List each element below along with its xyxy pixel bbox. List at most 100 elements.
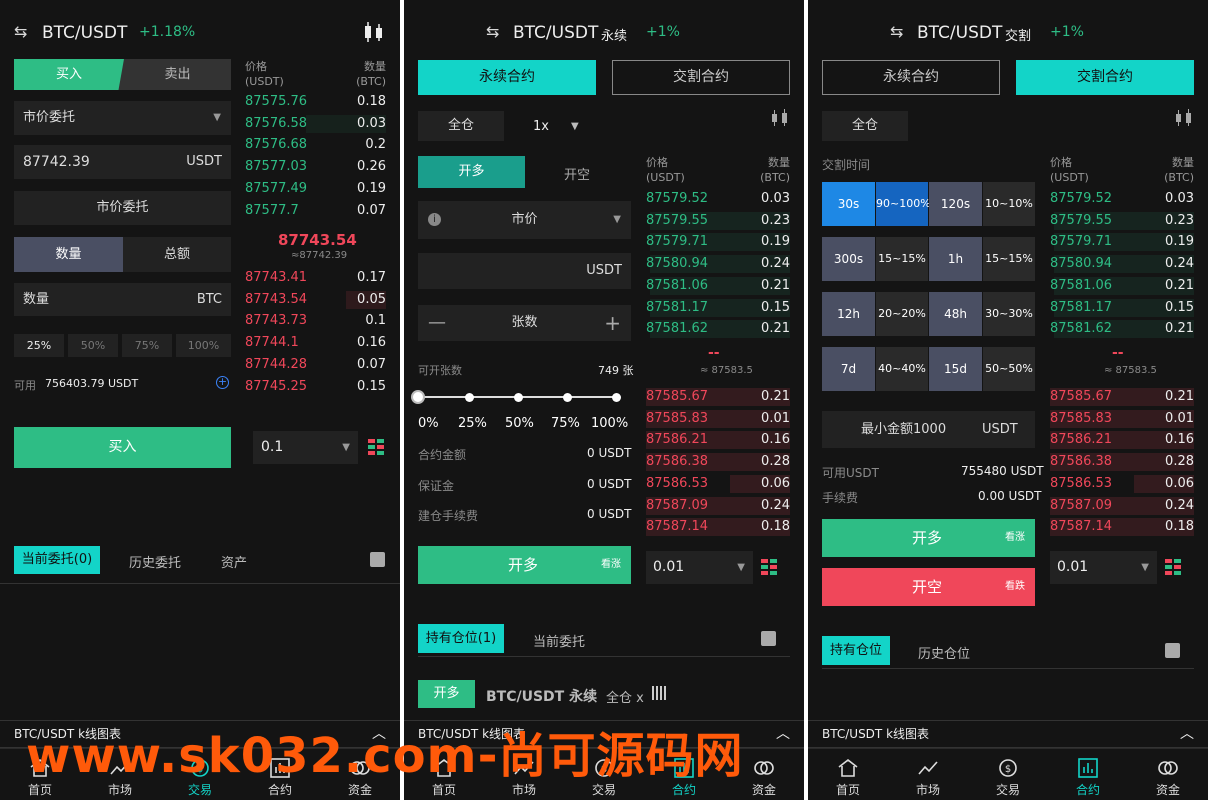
order-book-row[interactable]: 87587.14 0.18	[1050, 516, 1194, 538]
delivery-time-option[interactable]: 1h	[929, 237, 982, 281]
tab-assets[interactable]: 资产	[221, 552, 247, 571]
delivery-time-option[interactable]: 12h	[822, 292, 875, 336]
tab-history-positions[interactable]: 历史仓位	[918, 643, 970, 662]
tab-history-orders[interactable]: 历史委托	[129, 552, 181, 571]
tab-perpetual[interactable]: 永续合约	[822, 60, 1000, 95]
pct-100-button[interactable]: 100%	[176, 334, 231, 357]
order-book-row[interactable]: 87743.41 0.17	[245, 267, 386, 289]
document-icon[interactable]	[1165, 643, 1180, 658]
tab-current-orders[interactable]: 当前委托	[533, 631, 585, 650]
pair-title[interactable]: BTC/USDT	[42, 23, 127, 43]
order-book-row[interactable]: 87579.52 0.03	[1050, 188, 1194, 210]
tab-positions[interactable]: 持有仓位	[822, 636, 890, 665]
tab-perpetual[interactable]: 永续合约	[418, 60, 596, 95]
nav-funds[interactable]: 资金	[1128, 749, 1208, 800]
order-book-row[interactable]: 87579.71 0.19	[646, 231, 790, 253]
contracts-stepper[interactable]: — 张数 +	[418, 305, 631, 341]
order-type-select[interactable]: i 市价 ▼	[418, 201, 631, 239]
open-long-button[interactable]: 开多 看涨	[418, 546, 631, 584]
open-long-button[interactable]: 开多 看涨	[822, 519, 1035, 557]
margin-mode-button[interactable]: 全仓	[822, 111, 908, 141]
order-book-row[interactable]: 87586.21 0.16	[646, 429, 790, 451]
order-book-row[interactable]: 87579.55 0.23	[1050, 210, 1194, 232]
open-short-button[interactable]: 开空 看跌	[822, 568, 1035, 606]
delivery-rate-option[interactable]: 40~40%	[876, 347, 928, 391]
chevron-down-icon[interactable]: ▼	[571, 121, 579, 132]
delivery-rate-option[interactable]: 30~30%	[983, 292, 1035, 336]
document-icon[interactable]	[761, 631, 776, 646]
pair-title[interactable]: BTC/USDT	[917, 23, 1002, 43]
delivery-rate-option[interactable]: 20~20%	[876, 292, 928, 336]
delivery-time-option[interactable]: 300s	[822, 237, 875, 281]
sell-tab[interactable]: 卖出	[124, 59, 231, 90]
order-book-row[interactable]: 87579.52 0.03	[646, 188, 790, 210]
orderbook-layout-icon[interactable]	[368, 439, 386, 455]
min-amount-input[interactable]: 最小金额1000 USDT	[822, 411, 1035, 448]
order-book-row[interactable]: 87586.38 0.28	[646, 451, 790, 473]
depth-select[interactable]: 0.1 ▼	[253, 431, 358, 464]
tab-delivery[interactable]: 交割合约	[1016, 60, 1194, 95]
slider-handle[interactable]	[411, 390, 425, 404]
order-book-row[interactable]: 87586.53 0.06	[1050, 473, 1194, 495]
tab-current-orders[interactable]: 当前委托(0)	[14, 546, 100, 574]
order-book-row[interactable]: 87585.83 0.01	[646, 408, 790, 430]
pct-50-button[interactable]: 50%	[68, 334, 118, 357]
margin-mode-button[interactable]: 全仓	[418, 111, 504, 141]
pair-title[interactable]: BTC/USDT	[513, 23, 598, 43]
leverage-value[interactable]: 1x	[533, 119, 549, 134]
order-book-row[interactable]: 87744.1 0.16	[245, 332, 386, 354]
order-book-row[interactable]: 87581.62 0.21	[646, 318, 790, 340]
tab-positions[interactable]: 持有仓位(1)	[418, 624, 504, 653]
depth-select[interactable]: 0.01 ▼	[1050, 551, 1157, 584]
order-book-row[interactable]: 87581.06 0.21	[1050, 275, 1194, 297]
quantity-tab[interactable]: 数量	[14, 237, 123, 272]
tab-delivery[interactable]: 交割合约	[612, 60, 790, 95]
candlestick-icon[interactable]	[770, 108, 790, 128]
plus-icon[interactable]: +	[604, 305, 621, 341]
add-funds-icon[interactable]: +	[216, 376, 229, 389]
order-book-row[interactable]: 87579.55 0.23	[646, 210, 790, 232]
open-long-tab[interactable]: 开多	[418, 156, 525, 188]
order-book-row[interactable]: 87743.73 0.1	[245, 310, 386, 332]
order-book-row[interactable]: 87744.28 0.07	[245, 354, 386, 376]
order-book-row[interactable]: 87577.03 0.26	[245, 156, 386, 178]
minus-icon[interactable]: —	[428, 305, 446, 341]
orderbook-layout-icon[interactable]	[761, 559, 779, 575]
kline-bar[interactable]: BTC/USDT k线图表 ︿	[808, 720, 1208, 748]
order-book-row[interactable]: 87743.54 0.05	[245, 289, 386, 311]
quantity-input[interactable]: 数量 BTC	[14, 283, 231, 316]
order-book-row[interactable]: 87586.53 0.06	[646, 473, 790, 495]
swap-pair-icon[interactable]: ⇆	[14, 22, 27, 41]
document-icon[interactable]	[370, 552, 385, 567]
nav-contract[interactable]: 合约	[1048, 749, 1128, 800]
slider-stop[interactable]	[465, 393, 474, 402]
depth-select[interactable]: 0.01 ▼	[646, 551, 753, 584]
delivery-time-option[interactable]: 7d	[822, 347, 875, 391]
candlestick-icon[interactable]	[362, 21, 386, 43]
candlestick-icon[interactable]	[1174, 108, 1194, 128]
buy-button[interactable]: 买入	[14, 427, 231, 468]
order-book-row[interactable]: 87581.17 0.15	[646, 297, 790, 319]
order-book-row[interactable]: 87577.49 0.19	[245, 178, 386, 200]
slider-stop[interactable]	[514, 393, 523, 402]
total-tab[interactable]: 总额	[123, 237, 231, 272]
order-book-row[interactable]: 87586.21 0.16	[1050, 429, 1194, 451]
delivery-rate-option[interactable]: 10~10%	[983, 182, 1035, 226]
buy-tab[interactable]: 买入	[14, 59, 124, 90]
order-book-row[interactable]: 87585.67 0.21	[646, 386, 790, 408]
slider-stop[interactable]	[563, 393, 572, 402]
nav-home[interactable]: 首页	[808, 749, 888, 800]
orderbook-layout-icon[interactable]	[1165, 559, 1183, 575]
swap-pair-icon[interactable]: ⇆	[890, 22, 903, 41]
order-book-row[interactable]: 87575.76 0.18	[245, 91, 386, 113]
delivery-rate-option[interactable]: 15~15%	[983, 237, 1035, 281]
order-book-row[interactable]: 87581.62 0.21	[1050, 318, 1194, 340]
order-book-row[interactable]: 87586.38 0.28	[1050, 451, 1194, 473]
price-input[interactable]: 87742.39 USDT	[14, 145, 231, 179]
delivery-time-option[interactable]: 48h	[929, 292, 982, 336]
order-book-row[interactable]: 87587.09 0.24	[1050, 495, 1194, 517]
delivery-rate-option[interactable]: 15~15%	[876, 237, 928, 281]
delivery-rate-option[interactable]: 90~100%	[876, 182, 931, 226]
open-short-tab[interactable]: 开空	[564, 164, 590, 183]
order-book-row[interactable]: 87585.83 0.01	[1050, 408, 1194, 430]
